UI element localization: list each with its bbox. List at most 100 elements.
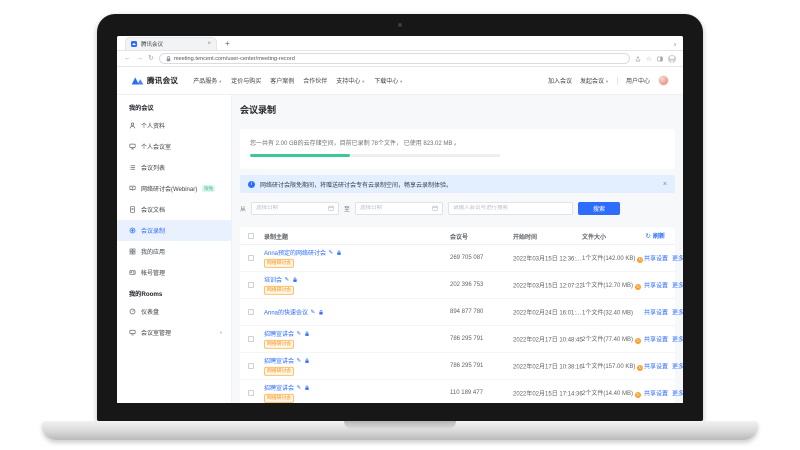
bookmark-star-icon[interactable]: ☆ bbox=[646, 55, 652, 63]
meeting-number: 894 877 780 bbox=[450, 309, 483, 315]
row-checkbox[interactable] bbox=[248, 336, 254, 342]
banner-close-icon[interactable]: × bbox=[663, 181, 667, 188]
nav-item-products[interactable]: 产品服务▼ bbox=[193, 76, 222, 85]
browser-tab[interactable]: 腾讯会议 × bbox=[125, 37, 217, 50]
storage-summary: 您一共有 2.00 GB的云存储空间，目前已录制 78个文件， 已使用 823.… bbox=[250, 138, 665, 147]
sidebar-item-rooms-manage[interactable]: 会议室管理 ▼ bbox=[117, 322, 231, 343]
sidebar-item-personal-room[interactable]: 个人会议室 bbox=[117, 136, 231, 157]
more-link[interactable]: 更多 ▼ bbox=[672, 284, 683, 290]
search-button[interactable]: 搜索 bbox=[578, 202, 620, 215]
nav-item-support[interactable]: 支持中心▼ bbox=[336, 76, 365, 85]
recording-title-link[interactable]: Anna的快速会议 bbox=[264, 308, 308, 317]
reload-icon[interactable]: ↻ bbox=[148, 55, 154, 62]
sidebar-item-webinar[interactable]: 网络研讨会(Webinar) 限免 bbox=[117, 178, 231, 199]
join-meeting-button[interactable]: 加入会议 bbox=[548, 76, 572, 85]
side-panel-icon[interactable] bbox=[657, 56, 663, 62]
sidebar-section-rooms: 我的Rooms bbox=[117, 289, 231, 301]
tab-search-chevron-icon[interactable]: ∨ bbox=[673, 42, 677, 48]
lock-icon[interactable] bbox=[336, 249, 342, 255]
tencent-meeting-logo[interactable]: 腾讯会议 bbox=[131, 75, 178, 86]
nav-item-download[interactable]: 下载中心▼ bbox=[374, 76, 403, 85]
divider bbox=[617, 77, 618, 85]
edit-icon[interactable]: ✎ bbox=[297, 384, 302, 390]
storage-progress-fill bbox=[250, 154, 350, 157]
user-center-link[interactable]: 用户中心 bbox=[626, 76, 650, 85]
sidebar-item-meeting-docs[interactable]: 会议文档 bbox=[117, 199, 231, 220]
refresh-button[interactable]: ↻刷新 bbox=[646, 231, 665, 240]
laptop-bezel: 腾讯会议 × + ∨ ← → ↻ meeting.tencent.com/use… bbox=[97, 14, 703, 421]
meeting-id-search-input[interactable] bbox=[448, 202, 573, 215]
row-actions: 共享设置更多 ▼ bbox=[644, 254, 683, 263]
meeting-room-icon bbox=[129, 329, 136, 336]
meeting-id-search-field[interactable] bbox=[453, 205, 568, 211]
start-meeting-button[interactable]: 发起会议▼ bbox=[580, 76, 609, 85]
table-row: Anna预定的网络研讨会 ✎ 网络研讨会 269 705 087 2022年03… bbox=[240, 245, 675, 272]
lock-icon[interactable] bbox=[304, 384, 310, 390]
nav-item-partners[interactable]: 合作伙伴 bbox=[303, 76, 327, 85]
webinar-tag: 网络研讨会 bbox=[264, 286, 294, 295]
row-checkbox[interactable] bbox=[248, 282, 254, 288]
row-checkbox[interactable] bbox=[248, 309, 254, 315]
share-icon[interactable] bbox=[635, 56, 641, 62]
row-checkbox[interactable] bbox=[248, 390, 254, 396]
calendar-icon[interactable] bbox=[328, 205, 334, 211]
row-checkbox[interactable] bbox=[248, 363, 254, 369]
edit-icon[interactable]: ✎ bbox=[285, 276, 290, 282]
sidebar-item-account[interactable]: 帐号管理 bbox=[117, 262, 231, 283]
sidebar-item-profile[interactable]: 个人资料 bbox=[117, 115, 231, 136]
start-time: 2022年03月15日 12:07:22 bbox=[513, 281, 583, 290]
start-date-input[interactable] bbox=[251, 202, 339, 215]
more-link[interactable]: 更多 ▼ bbox=[672, 392, 683, 398]
row-checkbox[interactable] bbox=[248, 255, 254, 261]
edit-icon[interactable]: ✎ bbox=[311, 309, 316, 315]
new-tab-button[interactable]: + bbox=[225, 38, 230, 50]
lock-icon[interactable] bbox=[318, 309, 324, 315]
row-actions: 共享设置更多 ▼ bbox=[644, 281, 683, 290]
meeting-number: 202 396 753 bbox=[450, 282, 483, 288]
share-settings-link[interactable]: 共享设置 bbox=[644, 257, 668, 263]
end-date-field[interactable] bbox=[360, 205, 430, 211]
url-bar[interactable]: meeting.tencent.com/user-center/meeting-… bbox=[159, 53, 630, 64]
browser-profile-icon[interactable] bbox=[668, 55, 676, 63]
recording-title-link[interactable]: 招聘宣讲会 bbox=[264, 383, 294, 392]
record-icon bbox=[129, 227, 136, 234]
tab-close-icon[interactable]: × bbox=[207, 41, 211, 47]
info-icon: i bbox=[248, 181, 255, 188]
nav-item-cases[interactable]: 客户案例 bbox=[270, 76, 294, 85]
recording-title-link[interactable]: 招聘宣讲会 bbox=[264, 356, 294, 365]
sidebar-item-meeting-list[interactable]: 会议列表 bbox=[117, 157, 231, 178]
start-date-field[interactable] bbox=[256, 205, 326, 211]
forward-icon[interactable]: → bbox=[136, 55, 143, 62]
lock-icon[interactable] bbox=[304, 357, 310, 363]
share-settings-link[interactable]: 共享设置 bbox=[644, 365, 668, 371]
filter-bar: 从 至 搜索 bbox=[240, 197, 675, 219]
url-text: meeting.tencent.com/user-center/meeting-… bbox=[174, 56, 295, 62]
more-link[interactable]: 更多 ▼ bbox=[672, 311, 683, 317]
site-header: 腾讯会议 产品服务▼ 定价与购买 客户案例 合作伙伴 支持中心▼ 下载中心▼ 加… bbox=[117, 67, 683, 95]
select-all-checkbox[interactable] bbox=[248, 233, 254, 239]
edit-icon[interactable]: ✎ bbox=[297, 330, 302, 336]
edit-icon[interactable]: ✎ bbox=[329, 249, 334, 255]
sidebar-item-dashboard[interactable]: 仪表盘 bbox=[117, 301, 231, 322]
share-settings-link[interactable]: 共享设置 bbox=[644, 392, 668, 398]
sidebar-item-my-apps[interactable]: 我的应用 bbox=[117, 241, 231, 262]
calendar-icon[interactable] bbox=[432, 205, 438, 211]
share-settings-link[interactable]: 共享设置 bbox=[644, 284, 668, 290]
end-date-input[interactable] bbox=[355, 202, 443, 215]
recording-title-link[interactable]: 培训会 bbox=[264, 275, 282, 284]
back-icon[interactable]: ← bbox=[124, 55, 131, 62]
recording-title-link[interactable]: Anna预定的网络研讨会 bbox=[264, 248, 326, 257]
lock-icon[interactable] bbox=[304, 330, 310, 336]
share-settings-link[interactable]: 共享设置 bbox=[644, 338, 668, 344]
more-link[interactable]: 更多 ▼ bbox=[672, 365, 683, 371]
edit-icon[interactable]: ✎ bbox=[297, 357, 302, 363]
nav-item-pricing[interactable]: 定价与购买 bbox=[231, 76, 261, 85]
transcoding-icon: ↻ bbox=[637, 257, 643, 263]
recording-title-link[interactable]: 招聘宣讲会 bbox=[264, 329, 294, 338]
lock-icon[interactable] bbox=[292, 276, 298, 282]
more-link[interactable]: 更多 ▼ bbox=[672, 257, 683, 263]
user-avatar[interactable] bbox=[658, 75, 669, 86]
share-settings-link[interactable]: 共享设置 bbox=[644, 311, 668, 317]
more-link[interactable]: 更多 ▼ bbox=[672, 338, 683, 344]
sidebar-item-meeting-recordings[interactable]: 会议录制 bbox=[117, 220, 231, 241]
